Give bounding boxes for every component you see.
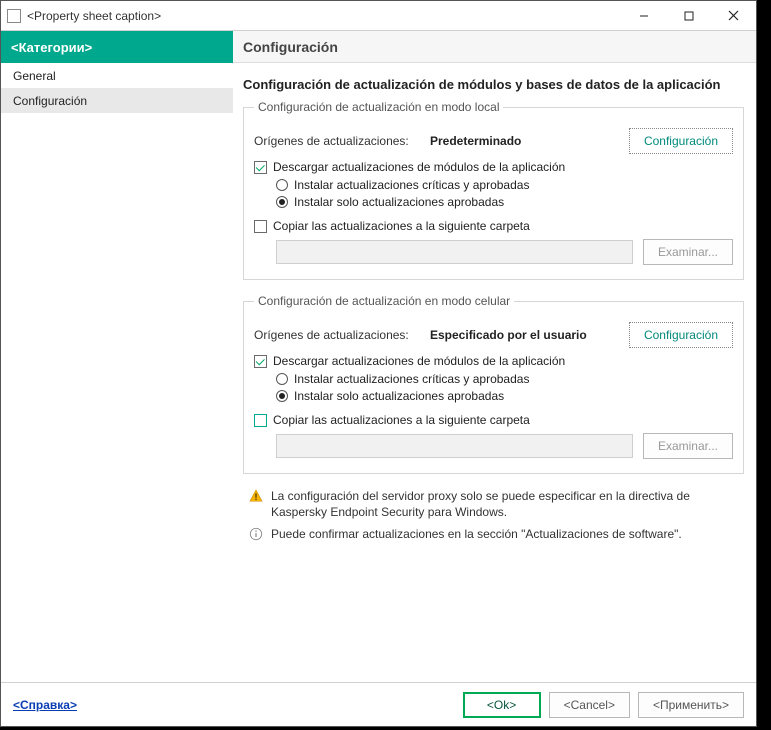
browse-button-cellular[interactable]: Examinar... [643,433,733,459]
footer: <Справка> <Ok> <Cancel> <Применить> [1,682,756,726]
sidebar-item-general[interactable]: General [1,63,233,88]
radio-label: Instalar actualizaciones críticas y apro… [294,372,529,386]
app-icon [7,9,21,23]
radio-label: Instalar actualizaciones críticas y apro… [294,178,529,192]
configure-sources-button-cellular[interactable]: Configuración [629,322,733,348]
main-header: Configuración [233,31,756,63]
help-link[interactable]: <Справка> [13,698,77,712]
radio-icon [276,373,288,385]
group-cellular-mode: Configuración de actualización en modo c… [243,294,744,474]
check-icon [254,355,267,368]
warning-text: La configuración del servidor proxy solo… [271,488,744,520]
sidebar: <Категории> General Configuración [1,31,233,682]
apply-button[interactable]: <Применить> [638,692,744,718]
ok-button[interactable]: <Ok> [463,692,541,718]
group-local-mode: Configuración de actualización en modo l… [243,100,744,280]
sidebar-item-label: Configuración [13,94,87,108]
checkbox-copy-folder-cellular[interactable]: Copiar las actualizaciones a la siguient… [254,413,733,427]
titlebar: <Property sheet caption> [1,1,756,31]
confirm-updates-info: Puede confirmar actualizaciones en la se… [249,526,744,542]
copy-folder-path-cellular[interactable] [276,434,633,458]
radio-icon [276,390,288,402]
group-cellular-legend: Configuración de actualización en modo c… [254,294,514,308]
radio-critical-approved-cellular[interactable]: Instalar actualizaciones críticas y apro… [276,372,733,386]
checkbox-label: Copiar las actualizaciones a la siguient… [273,413,530,427]
close-button[interactable] [711,1,756,30]
main-panel: Configuración Configuración de actualiza… [233,31,756,682]
sources-value: Especificado por el usuario [430,328,629,342]
radio-only-approved-local[interactable]: Instalar solo actualizaciones aprobadas [276,195,733,209]
check-icon [254,161,267,174]
radio-label: Instalar solo actualizaciones aprobadas [294,389,504,403]
group-local-legend: Configuración de actualización en modo l… [254,100,503,114]
property-sheet-window: <Property sheet caption> <Категории> Gen… [0,0,757,727]
info-text: Puede confirmar actualizaciones en la se… [271,526,682,542]
radio-label: Instalar solo actualizaciones aprobadas [294,195,504,209]
sources-label: Orígenes de actualizaciones: [254,134,430,148]
checkbox-label: Descargar actualizaciones de módulos de … [273,354,565,368]
sources-value: Predeterminado [430,134,629,148]
sources-label: Orígenes de actualizaciones: [254,328,430,342]
checkbox-copy-folder-local[interactable]: Copiar las actualizaciones a la siguient… [254,219,733,233]
checkbox-label: Descargar actualizaciones de módulos de … [273,160,565,174]
checkbox-download-modules-local[interactable]: Descargar actualizaciones de módulos de … [254,160,733,174]
warning-icon [249,489,263,503]
sidebar-header: <Категории> [1,31,233,63]
proxy-warning: La configuración del servidor proxy solo… [249,488,744,520]
copy-folder-path-local[interactable] [276,240,633,264]
radio-icon [276,196,288,208]
maximize-button[interactable] [666,1,711,30]
browse-button-local[interactable]: Examinar... [643,239,733,265]
sidebar-item-configuracion[interactable]: Configuración [1,88,233,113]
checkbox-download-modules-cellular[interactable]: Descargar actualizaciones de módulos de … [254,354,733,368]
cancel-button[interactable]: <Cancel> [549,692,630,718]
radio-icon [276,179,288,191]
check-icon [254,414,267,427]
minimize-button[interactable] [621,1,666,30]
window-title: <Property sheet caption> [27,9,161,23]
radio-only-approved-cellular[interactable]: Instalar solo actualizaciones aprobadas [276,389,733,403]
radio-critical-approved-local[interactable]: Instalar actualizaciones críticas y apro… [276,178,733,192]
info-icon [249,527,263,541]
checkbox-label: Copiar las actualizaciones a la siguient… [273,219,530,233]
configure-sources-button[interactable]: Configuración [629,128,733,154]
check-icon [254,220,267,233]
section-title: Configuración de actualización de módulo… [243,77,744,92]
sidebar-item-label: General [13,69,56,83]
